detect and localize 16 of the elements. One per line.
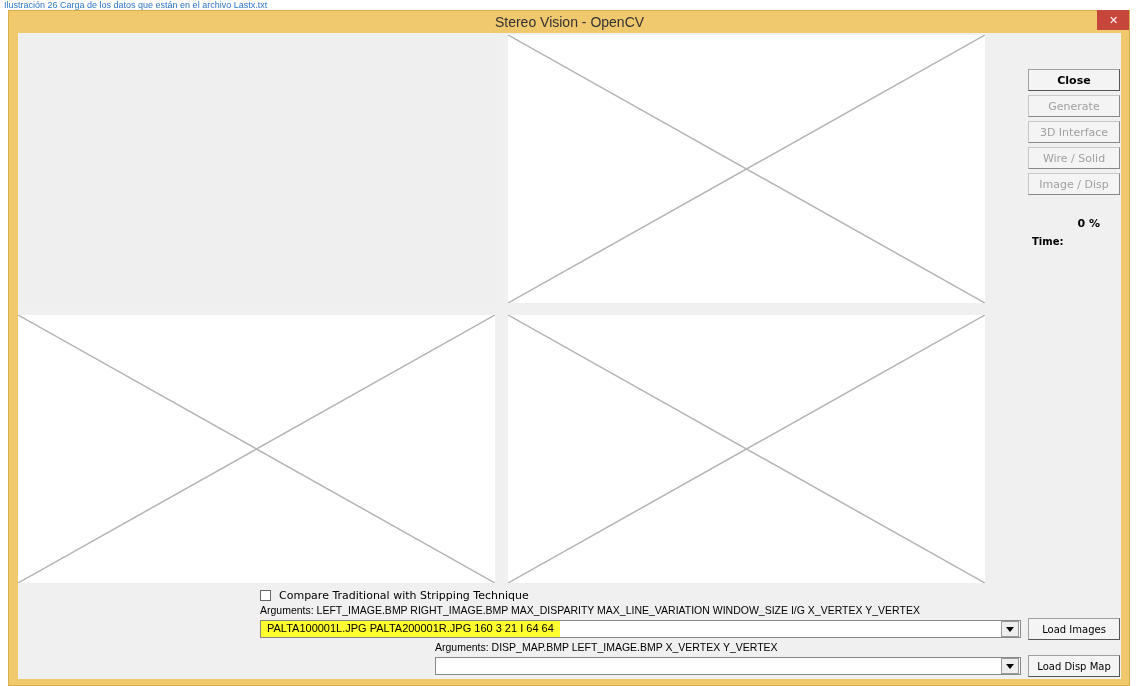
checkbox[interactable] [260,590,271,601]
arguments-combo[interactable] [435,657,1021,675]
window-title: Stereo Vision - OpenCV [494,14,645,30]
dropdown-icon [1006,626,1014,632]
progress-percent: 0 % [1077,217,1100,230]
close-button[interactable]: ✕ [1097,10,1129,30]
load-images-button[interactable]: Load Images [1028,618,1120,640]
arguments-label: Arguments: DISP_MAP.BMP LEFT_IMAGE.BMP X_VERTEX Y_VERTEX [435,641,779,654]
arguments-label: Arguments: LEFT_IMAGE.BMP RIGHT_IMAGE.BMP MAX_DISPARITY MAX_LINE_VARIATION WINDOW_SIZE I/G X_VERTEX Y_VERTEX [260,604,921,617]
dropdown-icon [1006,663,1014,669]
checkbox-label: Compare Traditional with Stripping Technique [279,589,529,602]
figure-caption: Ilustración 26 Carga de los datos que están en el archivo Lastx.txt [3,0,269,10]
action-button[interactable]: Close [1028,69,1120,91]
time-label: Time: [1032,236,1064,247]
load-disp-map-button[interactable]: Load Disp Map [1028,655,1120,677]
arguments-combo[interactable]: PALTA100001L.JPG PALTA200001R.JPG 160 3 21 I 64 64 [260,620,1021,638]
